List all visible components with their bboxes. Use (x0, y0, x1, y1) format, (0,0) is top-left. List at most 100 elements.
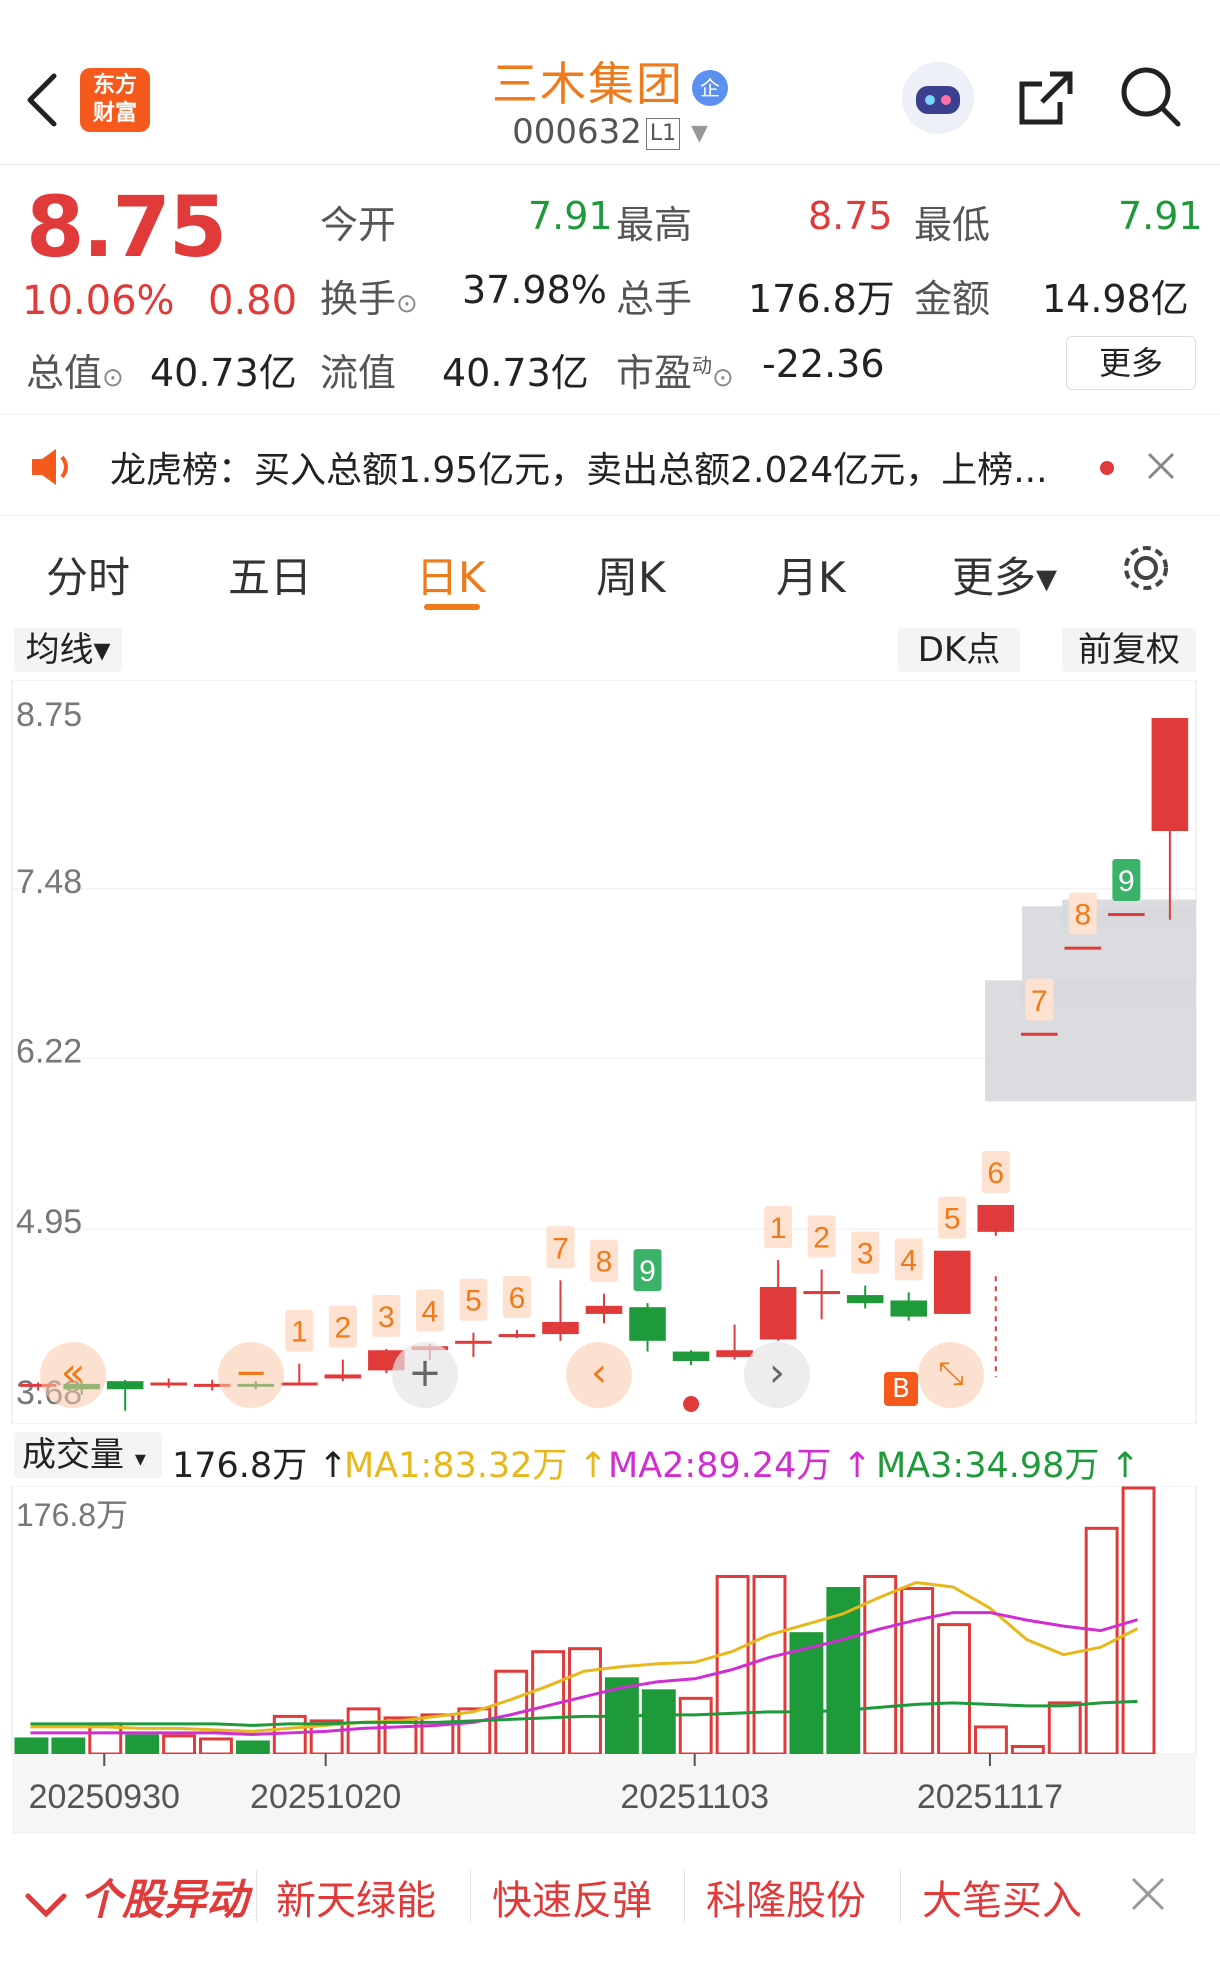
level-badge: L1 (645, 117, 681, 150)
buy-signal-badge[interactable]: B (884, 1372, 918, 1406)
info-icon: ⊙ (102, 363, 124, 393)
tab-daily-k[interactable]: 日K (416, 544, 486, 605)
x-tick-label: 20251020 (250, 1778, 401, 1816)
candle-body (672, 1351, 710, 1361)
scroll-right-icon[interactable]: › (744, 1342, 810, 1408)
td-count-label: 9 (639, 1255, 656, 1288)
info-icon: ⊙ (396, 289, 418, 319)
zoom-in-icon[interactable]: + (392, 1342, 458, 1408)
y-tick-label: 4.95 (16, 1203, 82, 1241)
alert-item[interactable]: 大笔买入 (922, 1868, 1082, 1926)
candle-body (498, 1334, 536, 1338)
settings-gear-icon[interactable] (1118, 540, 1174, 596)
x-tick-label: 20251103 (620, 1778, 769, 1816)
alert-item[interactable]: 科隆股份 (706, 1868, 866, 1926)
candle-body (324, 1374, 362, 1379)
candle-body (759, 1287, 797, 1340)
x-tick-label: 20251117 (917, 1778, 1063, 1816)
alert-item[interactable]: 新天绿能 (276, 1868, 436, 1926)
tab-more[interactable]: 更多▾ (952, 544, 1057, 605)
chevron-down-icon[interactable] (24, 1890, 68, 1920)
y-tick-label: 8.75 (16, 696, 82, 734)
td-count-label: 5 (465, 1285, 482, 1318)
scroll-left-fast-icon[interactable]: « (40, 1342, 106, 1408)
candlestick-chart[interactable]: 8.757.486.224.953.68123456789123456789 (0, 680, 1220, 1424)
ma2-legend: MA2:89.24万 ↑ (608, 1446, 872, 1486)
volume-bar (51, 1737, 86, 1756)
candle-body (933, 1250, 971, 1314)
enterprise-badge-icon: 企 (692, 69, 728, 106)
alert-item[interactable]: 快速反弹 (492, 1868, 652, 1926)
td-count-label: 4 (422, 1296, 439, 1329)
open-value: 7.91 (528, 194, 613, 238)
news-text: 龙虎榜：买入总额1.95亿元，卖出总额2.024亿元，上榜... (110, 450, 1048, 491)
amount-value: 14.98亿 (1042, 277, 1189, 321)
td-count-label: 7 (1031, 985, 1048, 1018)
indicator-selector[interactable]: 成交量 ▾ (14, 1432, 162, 1478)
candle-body (455, 1340, 492, 1344)
volume-legend: 176.8万 ↑ (172, 1446, 348, 1486)
total-mv-value: 40.73亿 (150, 351, 297, 395)
volume-bar (199, 1737, 233, 1756)
float-mv-value: 40.73亿 (442, 351, 589, 395)
adjust-selector[interactable]: 前复权 (1062, 628, 1196, 672)
scroll-left-icon[interactable]: ‹ (566, 1342, 632, 1408)
ma3-legend: MA3:34.98万 ↑ (876, 1446, 1140, 1486)
candle-body (106, 1381, 144, 1390)
volume-chart[interactable]: 176.8万 20250930 20251020 20251103 20251117 (0, 1486, 1220, 1846)
volume-bar (641, 1689, 676, 1756)
high-value: 8.75 (808, 194, 893, 238)
news-ticker[interactable]: 龙虎榜：买入总额1.95亿元，卖出总额2.024亿元，上榜... (0, 414, 1220, 516)
divider (470, 1870, 471, 1922)
y-tick-label: 7.48 (16, 863, 82, 901)
fullscreen-expand-icon[interactable]: ⤡ (918, 1342, 984, 1408)
td-count-label: 8 (596, 1246, 613, 1279)
x-tick-label: 20250930 (29, 1778, 180, 1816)
change-percent: 10.06% (22, 278, 175, 324)
float-mv-label: 流值 (320, 351, 397, 395)
pe-label[interactable]: 市盈动⊙ (616, 342, 734, 397)
td-count-label: 2 (813, 1222, 830, 1255)
td-count-label: 4 (900, 1244, 917, 1277)
close-icon[interactable] (1130, 1876, 1166, 1912)
candle-body (150, 1382, 187, 1386)
divider (684, 1870, 685, 1922)
zoom-out-icon[interactable]: − (218, 1342, 284, 1408)
search-icon[interactable] (1116, 62, 1186, 132)
share-icon[interactable] (1014, 66, 1078, 130)
tab-five-day[interactable]: 五日 (228, 544, 312, 605)
stock-code: 000632 (512, 112, 642, 152)
candle-body (1064, 946, 1102, 950)
volume-bar (568, 1647, 602, 1756)
td-count-label: 1 (770, 1212, 787, 1245)
more-quote-button[interactable]: 更多 (1066, 336, 1196, 390)
tab-weekly-k[interactable]: 周K (596, 544, 666, 605)
candle-body (846, 1295, 884, 1304)
unread-dot (1100, 461, 1114, 475)
td-count-label: 8 (1074, 899, 1091, 932)
volume-bar (457, 1707, 492, 1756)
volume-bar (162, 1734, 197, 1756)
candle-body (585, 1305, 623, 1314)
high-label: 最高 (616, 203, 693, 247)
dk-point-toggle[interactable]: DK点 (898, 628, 1020, 672)
total-mv-label[interactable]: 总值⊙ (26, 342, 124, 397)
amount-label: 金额 (914, 277, 991, 321)
divider (900, 1870, 901, 1922)
tab-monthly-k[interactable]: 月K (776, 544, 846, 605)
turnover-label[interactable]: 换手⊙ (320, 268, 418, 323)
volume-bar (678, 1696, 713, 1756)
volume-bar (973, 1725, 1008, 1756)
tab-intraday[interactable]: 分时 (46, 544, 130, 605)
ma-selector[interactable]: 均线▾ (14, 628, 122, 672)
stock-alert-title: 个股异动 (80, 1875, 249, 1924)
y-tick-label: 6.22 (16, 1032, 82, 1070)
td-count-label: 1 (291, 1316, 308, 1349)
close-icon[interactable] (1146, 451, 1176, 481)
td-count-label: 3 (378, 1301, 395, 1334)
change-amount: 0.80 (208, 278, 298, 324)
assistant-robot-icon[interactable] (902, 62, 974, 134)
low-value: 7.91 (1118, 194, 1203, 238)
current-price: 8.75 (26, 178, 227, 276)
sell-signal-dot (683, 1396, 700, 1412)
